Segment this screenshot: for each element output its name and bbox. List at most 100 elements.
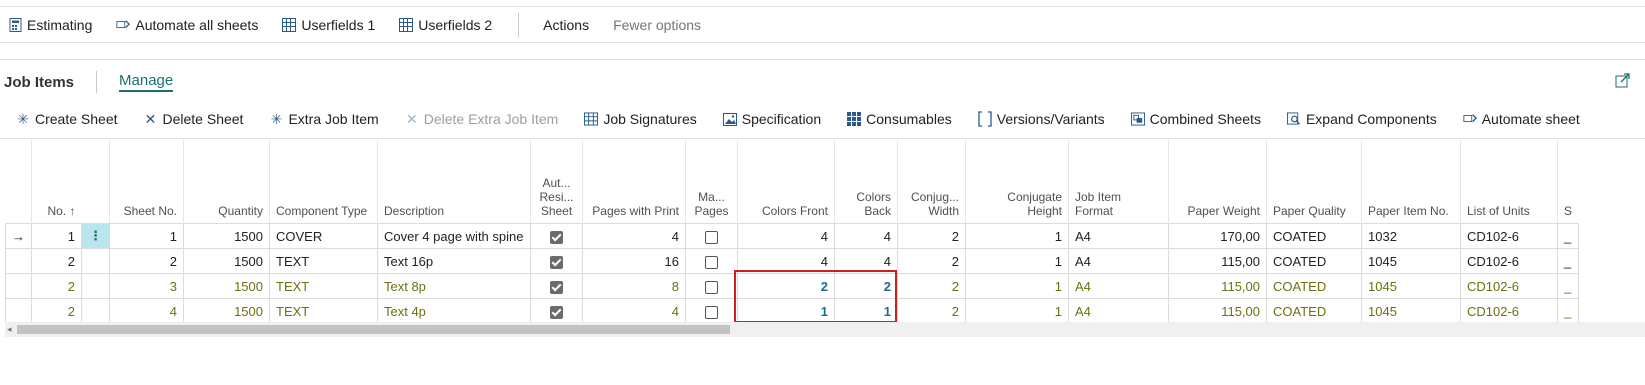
colors-back-cell[interactable]: 4 bbox=[834, 223, 898, 249]
quantity-cell[interactable]: 1500 bbox=[183, 273, 270, 299]
row-menu-cell[interactable]: ⋮ bbox=[81, 223, 110, 249]
auto-resize-cell[interactable] bbox=[530, 248, 583, 274]
row-indicator[interactable] bbox=[5, 273, 32, 299]
scrollbar-thumb[interactable] bbox=[17, 325, 730, 334]
auto-resize-cell[interactable] bbox=[530, 223, 583, 249]
sheet-no-cell[interactable]: 1 bbox=[109, 223, 184, 249]
paper-weight-cell[interactable]: 115,00 bbox=[1168, 298, 1267, 324]
column-header-truncated[interactable]: S bbox=[1557, 140, 1579, 224]
tab-manage[interactable]: Manage bbox=[119, 72, 174, 92]
row-menu-icon[interactable]: ⋮ bbox=[89, 228, 102, 243]
no-cell[interactable]: 2 bbox=[31, 273, 82, 299]
paper-quality-cell[interactable]: COATED bbox=[1266, 273, 1362, 299]
manual-pages-cell[interactable] bbox=[685, 298, 738, 324]
auto-resize-cell[interactable] bbox=[530, 298, 583, 324]
format-cell[interactable]: A4 bbox=[1068, 223, 1169, 249]
horizontal-scrollbar[interactable]: ◂ bbox=[5, 322, 1645, 337]
sheet-no-cell[interactable]: 2 bbox=[109, 248, 184, 274]
expand-components-button[interactable]: Expand Components bbox=[1286, 111, 1437, 127]
quantity-cell[interactable]: 1500 bbox=[183, 223, 270, 249]
column-header-description[interactable]: Description bbox=[377, 140, 531, 224]
column-header-list-of-units[interactable]: List of Units bbox=[1460, 140, 1558, 224]
paper-quality-cell[interactable]: COATED bbox=[1266, 298, 1362, 324]
column-header-colors-back[interactable]: Colors Back bbox=[834, 140, 898, 224]
row-indicator[interactable] bbox=[5, 298, 32, 324]
conj-height-cell[interactable]: 1 bbox=[965, 298, 1069, 324]
auto-resize-cell[interactable] bbox=[530, 273, 583, 299]
auto-resize-checkbox[interactable] bbox=[550, 230, 563, 244]
last-cell[interactable]: _ bbox=[1557, 298, 1579, 324]
sheet-no-cell[interactable]: 4 bbox=[109, 298, 184, 324]
delete-sheet-button[interactable]: ✕ Delete Sheet bbox=[144, 111, 244, 128]
row-indicator[interactable] bbox=[5, 248, 32, 274]
conj-height-cell[interactable]: 1 bbox=[965, 223, 1069, 249]
paper-weight-cell[interactable]: 115,00 bbox=[1168, 248, 1267, 274]
consumables-button[interactable]: Consumables bbox=[847, 111, 952, 127]
conj-height-cell[interactable]: 1 bbox=[965, 248, 1069, 274]
description-cell[interactable]: Text 4p bbox=[377, 298, 531, 324]
manual-pages-checkbox[interactable] bbox=[705, 255, 718, 269]
manual-pages-cell[interactable] bbox=[685, 273, 738, 299]
paper-item-no-cell[interactable]: 1045 bbox=[1361, 248, 1461, 274]
conj-width-cell[interactable]: 2 bbox=[897, 273, 966, 299]
quantity-cell[interactable]: 1500 bbox=[183, 248, 270, 274]
specification-button[interactable]: Specification bbox=[722, 111, 821, 127]
pages-with-print-cell[interactable]: 4 bbox=[582, 223, 686, 249]
description-cell[interactable]: Text 8p bbox=[377, 273, 531, 299]
colors-front-cell[interactable]: 4 bbox=[737, 223, 835, 249]
scroll-left-icon[interactable]: ◂ bbox=[7, 324, 12, 335]
list-of-units-cell[interactable]: CD102-6 bbox=[1460, 223, 1558, 249]
last-cell[interactable]: _ bbox=[1557, 248, 1579, 274]
versions-variants-button[interactable]: Versions/Variants bbox=[978, 111, 1105, 127]
quantity-cell[interactable]: 1500 bbox=[183, 298, 270, 324]
column-header-no[interactable]: No. ↑ bbox=[31, 140, 82, 224]
delete-extra-job-item-button[interactable]: ✕ Delete Extra Job Item bbox=[405, 111, 559, 128]
share-icon[interactable] bbox=[1615, 72, 1631, 88]
column-header-colors-front[interactable]: Colors Front bbox=[737, 140, 835, 224]
format-cell[interactable]: A4 bbox=[1068, 273, 1169, 299]
automate-all-sheets-action[interactable]: Automate all sheets bbox=[116, 17, 258, 33]
list-of-units-cell[interactable]: CD102-6 bbox=[1460, 298, 1558, 324]
paper-weight-cell[interactable]: 170,00 bbox=[1168, 223, 1267, 249]
row-menu-cell[interactable] bbox=[81, 298, 110, 324]
column-header-conjugate-width[interactable]: Conjug... Width bbox=[897, 140, 966, 224]
component-type-cell[interactable]: TEXT bbox=[269, 273, 378, 299]
automate-sheet-button[interactable]: Automate sheet bbox=[1463, 111, 1580, 127]
userfields-2-action[interactable]: Userfields 2 bbox=[399, 17, 492, 33]
paper-item-no-cell[interactable]: 1045 bbox=[1361, 298, 1461, 324]
paper-item-no-cell[interactable]: 1032 bbox=[1361, 223, 1461, 249]
column-header-job-item-format[interactable]: Job Item Format bbox=[1068, 140, 1169, 224]
column-header-paper-weight[interactable]: Paper Weight bbox=[1168, 140, 1267, 224]
table-row[interactable]: → 1 ⋮ 1 1500 COVER Cover 4 page with spine 4 4 4 2… bbox=[5, 223, 1579, 249]
paper-quality-cell[interactable]: COATED bbox=[1266, 248, 1362, 274]
paper-item-no-cell[interactable]: 1045 bbox=[1361, 273, 1461, 299]
no-cell[interactable]: 2 bbox=[31, 298, 82, 324]
manual-pages-cell[interactable] bbox=[685, 223, 738, 249]
column-header-conjugate-height[interactable]: Conjugate Height bbox=[965, 140, 1069, 224]
column-header-manual-pages[interactable]: Ma... Pages bbox=[685, 140, 738, 224]
no-cell[interactable]: 1 bbox=[31, 223, 82, 249]
job-signatures-button[interactable]: Job Signatures bbox=[584, 111, 697, 127]
create-sheet-button[interactable]: ✳ Create Sheet bbox=[16, 111, 117, 128]
row-menu-cell[interactable] bbox=[81, 248, 110, 274]
column-header-quantity[interactable]: Quantity bbox=[183, 140, 270, 224]
estimating-action[interactable]: Estimating bbox=[8, 17, 92, 33]
list-of-units-cell[interactable]: CD102-6 bbox=[1460, 248, 1558, 274]
userfields-1-action[interactable]: Userfields 1 bbox=[282, 17, 375, 33]
pages-with-print-cell[interactable]: 16 bbox=[582, 248, 686, 274]
column-header-paper-quality[interactable]: Paper Quality bbox=[1266, 140, 1362, 224]
pages-with-print-cell[interactable]: 4 bbox=[582, 298, 686, 324]
format-cell[interactable]: A4 bbox=[1068, 298, 1169, 324]
last-cell[interactable]: _ bbox=[1557, 223, 1579, 249]
extra-job-item-button[interactable]: ✳ Extra Job Item bbox=[269, 111, 379, 128]
row-menu-cell[interactable] bbox=[81, 273, 110, 299]
row-indicator[interactable]: → bbox=[5, 223, 32, 249]
auto-resize-checkbox[interactable] bbox=[550, 305, 563, 319]
conj-height-cell[interactable]: 1 bbox=[965, 273, 1069, 299]
component-type-cell[interactable]: COVER bbox=[269, 223, 378, 249]
manual-pages-checkbox[interactable] bbox=[705, 280, 718, 294]
fewer-options-button[interactable]: Fewer options bbox=[613, 17, 701, 33]
sheet-no-cell[interactable]: 3 bbox=[109, 273, 184, 299]
manual-pages-checkbox[interactable] bbox=[705, 305, 718, 319]
list-of-units-cell[interactable]: CD102-6 bbox=[1460, 273, 1558, 299]
